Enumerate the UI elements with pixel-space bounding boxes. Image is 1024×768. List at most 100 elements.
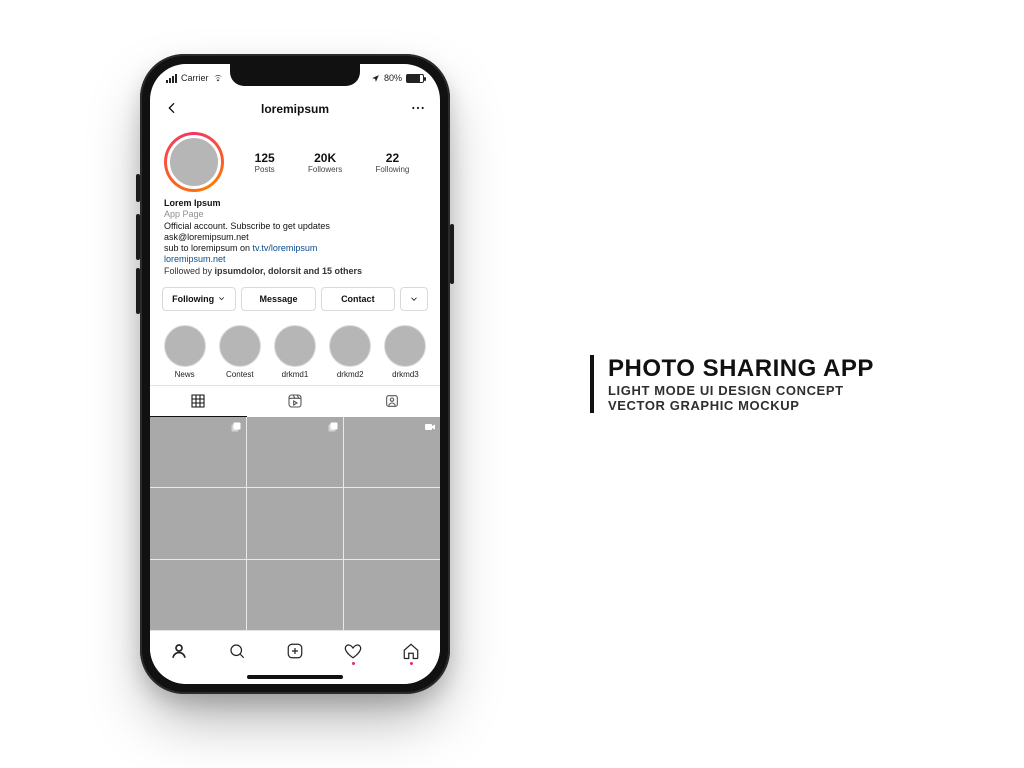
nav-activity[interactable]	[336, 631, 370, 670]
phone-volume-up	[136, 214, 140, 260]
highlight-item[interactable]: drkmd2	[328, 325, 373, 379]
promo-title: PHOTO SHARING APP	[608, 355, 874, 383]
notification-dot	[352, 662, 355, 665]
post-thumbnail[interactable]	[344, 488, 440, 558]
tagged-tab[interactable]	[343, 386, 440, 417]
highlight-item[interactable]: News	[162, 325, 207, 379]
stat-following[interactable]: 22 Following	[376, 151, 410, 174]
highlight-label: drkmd3	[392, 370, 419, 379]
followed-by-row[interactable]: Followed by ipsumdolor, dolorsit and 15 …	[164, 266, 426, 277]
reels-icon	[287, 393, 303, 409]
bio-website-link[interactable]: loremipsum.net	[164, 254, 226, 264]
post-thumbnail[interactable]	[344, 560, 440, 630]
post-thumbnail[interactable]	[150, 488, 246, 558]
carrier-label: Carrier	[181, 73, 209, 83]
stat-following-count: 22	[376, 151, 410, 165]
grid-tab[interactable]	[150, 386, 247, 417]
promo-accent-bar	[590, 355, 594, 413]
chevron-left-icon	[164, 100, 180, 116]
story-highlights-row: News Contest drkmd1 drkmd2 drkmd3	[150, 315, 440, 385]
posts-grid	[150, 417, 440, 630]
highlight-item[interactable]: Contest	[217, 325, 262, 379]
promo-subtitle-1: LIGHT MODE UI DESIGN CONCEPT	[608, 383, 874, 398]
following-button[interactable]: Following	[162, 287, 236, 311]
battery-percent: 80%	[384, 73, 402, 83]
profile-username: loremipsum	[180, 102, 410, 116]
contact-button-label: Contact	[341, 294, 375, 304]
bio-email: ask@loremipsum.net	[164, 232, 426, 243]
bio-line-1: Official account. Subscribe to get updat…	[164, 221, 426, 232]
message-button-label: Message	[259, 294, 297, 304]
contact-button[interactable]: Contact	[321, 287, 395, 311]
profile-icon	[170, 642, 188, 660]
highlight-cover	[384, 325, 426, 367]
bio-line-2-text: sub to loremipsum on	[164, 243, 253, 253]
highlight-cover	[219, 325, 261, 367]
phone-mute-switch	[136, 174, 140, 202]
bottom-nav	[150, 630, 440, 670]
tagged-icon	[384, 393, 400, 409]
signal-strength-icon	[166, 74, 177, 83]
battery-icon	[406, 74, 424, 83]
stat-following-label: Following	[376, 165, 410, 174]
promo-subtitle-2: VECTOR GRAPHIC MOCKUP	[608, 398, 874, 413]
profile-header: loremipsum	[150, 92, 440, 126]
nav-home[interactable]	[394, 631, 428, 670]
post-thumbnail[interactable]	[247, 488, 343, 558]
stat-followers-count: 20K	[308, 151, 342, 165]
display-name: Lorem Ipsum	[164, 198, 426, 209]
phone-volume-down	[136, 268, 140, 314]
highlight-cover	[164, 325, 206, 367]
nav-new-post[interactable]	[278, 631, 312, 670]
phone-frame: Carrier 80% 10:22 loremipsum	[140, 54, 450, 694]
promo-block: PHOTO SHARING APP LIGHT MODE UI DESIGN C…	[590, 355, 874, 413]
post-thumbnail[interactable]	[247, 417, 343, 487]
post-thumbnail[interactable]	[247, 560, 343, 630]
chevron-down-icon	[409, 294, 419, 304]
stat-followers[interactable]: 20K Followers	[308, 151, 342, 174]
back-button[interactable]	[164, 100, 180, 119]
wifi-icon	[213, 73, 223, 83]
heart-icon	[344, 642, 362, 660]
reels-tab[interactable]	[247, 386, 344, 417]
suggested-accounts-button[interactable]	[400, 287, 428, 311]
highlight-label: drkmd2	[337, 370, 364, 379]
profile-view-tabs	[150, 385, 440, 417]
nav-profile[interactable]	[162, 631, 196, 670]
profile-avatar	[167, 135, 221, 189]
carousel-icon	[230, 421, 242, 433]
post-thumbnail[interactable]	[150, 417, 246, 487]
nav-search[interactable]	[220, 631, 254, 670]
story-ring[interactable]	[164, 132, 224, 192]
highlight-cover	[329, 325, 371, 367]
highlight-item[interactable]: drkmd3	[383, 325, 428, 379]
phone-screen: Carrier 80% 10:22 loremipsum	[150, 64, 440, 684]
post-thumbnail[interactable]	[150, 560, 246, 630]
post-thumbnail[interactable]	[344, 417, 440, 487]
phone-power-button	[450, 224, 454, 284]
more-horizontal-icon	[410, 100, 426, 116]
message-button[interactable]: Message	[241, 287, 315, 311]
more-button[interactable]	[410, 100, 426, 119]
home-indicator	[150, 670, 440, 684]
stat-posts[interactable]: 125 Posts	[255, 151, 275, 174]
category-label: App Page	[164, 209, 426, 220]
stat-posts-label: Posts	[255, 165, 275, 174]
video-icon	[424, 421, 436, 433]
stat-posts-count: 125	[255, 151, 275, 165]
location-arrow-icon	[371, 74, 380, 83]
notification-dot	[410, 662, 413, 665]
carousel-icon	[327, 421, 339, 433]
grid-icon	[190, 393, 206, 409]
chevron-down-icon	[217, 294, 226, 303]
highlight-item[interactable]: drkmd1	[272, 325, 317, 379]
highlight-label: Contest	[226, 370, 254, 379]
highlight-label: News	[175, 370, 195, 379]
highlight-label: drkmd1	[282, 370, 309, 379]
profile-bio: Lorem Ipsum App Page Official account. S…	[150, 196, 440, 283]
phone-notch	[230, 64, 360, 86]
search-icon	[228, 642, 246, 660]
home-icon	[402, 642, 420, 660]
highlight-cover	[274, 325, 316, 367]
bio-external-link[interactable]: tv.tv/loremipsum	[253, 243, 318, 253]
